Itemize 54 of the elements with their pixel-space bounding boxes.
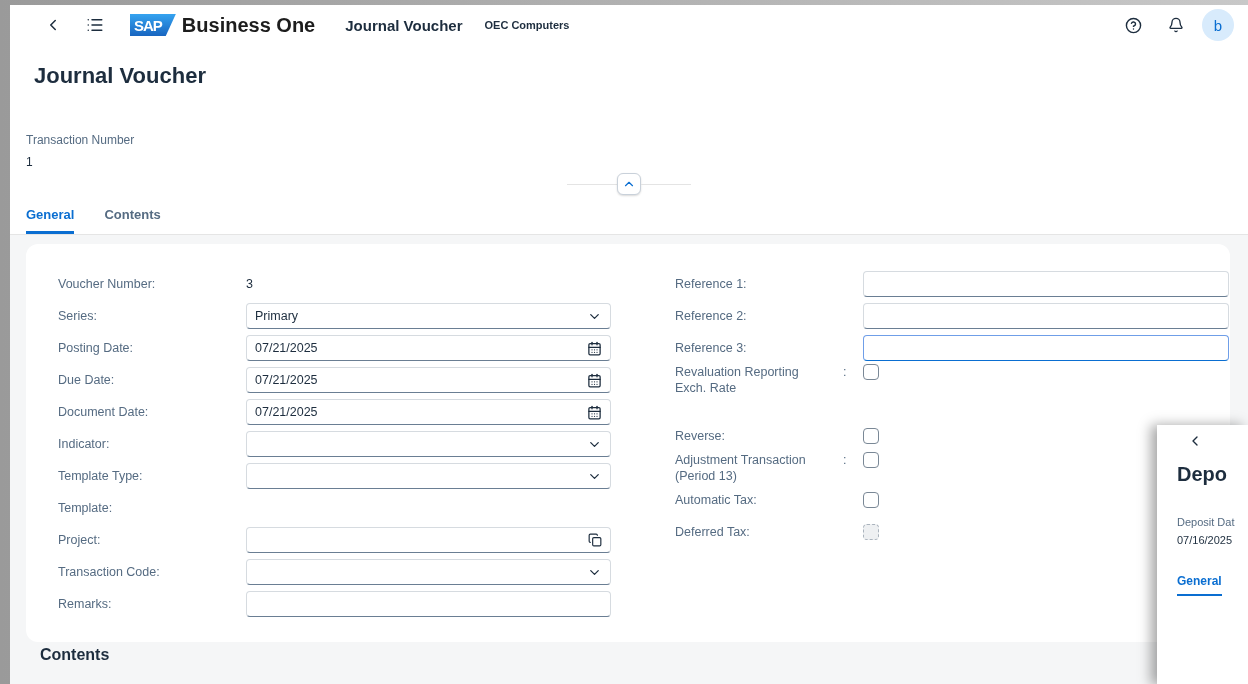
field-label: Due Date: <box>58 372 116 388</box>
product-name: Business One <box>181 13 316 37</box>
app-title: Journal Voucher <box>345 16 463 34</box>
field-label: Revaluation Reporting Exch. Rate <box>675 364 800 396</box>
field-label: Transaction Code: <box>58 564 161 580</box>
field-label: Reference 1: <box>675 276 748 292</box>
field-label: Reverse: <box>675 428 727 444</box>
dropdown-field[interactable] <box>246 559 611 585</box>
field-label: Reference 2: <box>675 308 748 324</box>
field-label: Automatic Tax: <box>675 492 758 508</box>
field-label: Series: <box>58 308 98 324</box>
field-label: Template Type: <box>58 468 144 484</box>
field-label: Voucher Number: <box>58 276 157 292</box>
calendar-icon[interactable] <box>587 404 602 420</box>
section-heading: Contents <box>40 646 111 664</box>
date-field[interactable]: 07/21/2025 <box>246 367 611 393</box>
tab[interactable]: General <box>1177 574 1222 596</box>
company-name: OEC Computers <box>484 19 570 31</box>
window-title: Depo <box>1177 463 1228 486</box>
overlapping-window[interactable]: Depo Deposit Dat 07/16/2025 General <box>1157 425 1248 684</box>
field-label: Indicator: <box>58 436 111 452</box>
field-value: 3 <box>246 277 253 291</box>
collapse-button[interactable] <box>617 173 641 195</box>
field-label: Transaction Number <box>26 133 136 147</box>
field-label: Project: <box>58 532 102 548</box>
user-avatar[interactable]: b <box>1202 9 1234 41</box>
field-value: 1 <box>26 155 34 169</box>
date-field[interactable]: 07/21/2025 <box>246 335 611 361</box>
calendar-icon[interactable] <box>587 372 602 388</box>
dropdown-field[interactable]: Primary <box>246 303 611 329</box>
checkbox[interactable] <box>863 452 879 468</box>
dropdown-field[interactable] <box>246 463 611 489</box>
date-field[interactable]: 07/21/2025 <box>246 399 611 425</box>
dropdown-field[interactable] <box>246 431 611 457</box>
logo-badge: SAP <box>130 14 176 36</box>
field-label: Remarks: <box>58 596 113 612</box>
checkbox[interactable] <box>863 428 879 444</box>
field-label: Template: <box>58 500 114 516</box>
calendar-icon[interactable] <box>587 340 602 356</box>
input-field[interactable] <box>863 335 1229 361</box>
field-label: Adjustment Transaction (Period 13) <box>675 452 807 484</box>
checkbox[interactable] <box>863 364 879 380</box>
field-value: 07/16/2025 <box>1177 534 1234 546</box>
page-title: Journal Voucher <box>34 63 207 89</box>
tab[interactable]: Contents <box>104 197 161 234</box>
checkbox[interactable] <box>863 492 879 508</box>
field-label: Posting Date: <box>58 340 135 356</box>
field-label: Document Date: <box>58 404 150 420</box>
field-label: Deposit Dat <box>1177 516 1236 528</box>
field-label: Deferred Tax: <box>675 524 751 540</box>
colon-separator: : <box>842 452 848 468</box>
value-help-icon[interactable] <box>588 533 602 547</box>
field-label: Reference 3: <box>675 340 748 356</box>
colon-separator: : <box>842 364 848 380</box>
